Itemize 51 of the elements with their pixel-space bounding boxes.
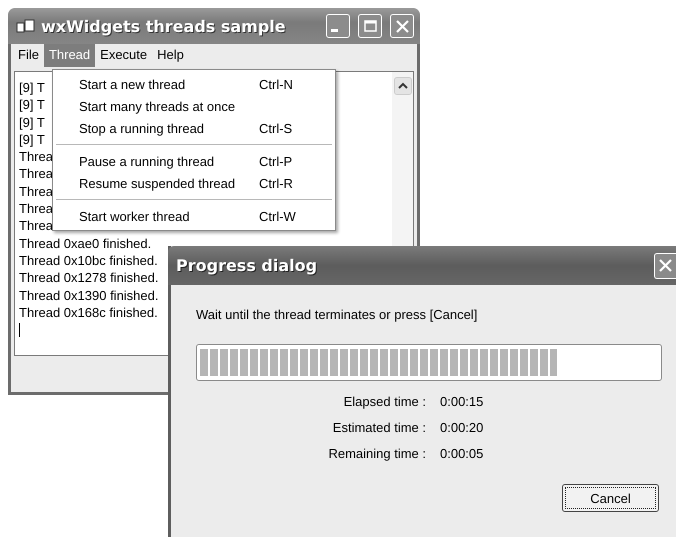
time-value: 0:00:20: [440, 420, 484, 435]
log-line: [9] T: [19, 96, 45, 114]
log-line: Threa: [19, 200, 53, 218]
log-line: Threa: [19, 148, 53, 166]
menu-item[interactable]: Stop a running thread: [79, 120, 259, 136]
menu-item[interactable]: Resume suspended thread: [79, 176, 259, 190]
close-button[interactable]: [390, 14, 414, 38]
dialog-message: Wait until the thread terminates or press [Cancel]: [196, 307, 478, 322]
menu-item[interactable]: Help: [152, 44, 189, 67]
close-button[interactable]: [654, 252, 676, 278]
menu-item[interactable]: Pause a running thread: [79, 154, 259, 168]
minimize-icon: [331, 29, 338, 32]
time-label: Estimated time :: [332, 420, 426, 435]
minimize-button[interactable]: [326, 14, 350, 38]
log-line: [9] T: [19, 114, 45, 131]
log-line: Thread 0x168c finished.: [19, 304, 158, 322]
log-line: Threa: [19, 182, 53, 200]
dialog-title: Progress dialog: [176, 256, 318, 275]
window-title: wxWidgets threads sample: [41, 16, 287, 36]
scroll-up-button[interactable]: [394, 77, 412, 95]
time-value: 0:00:05: [440, 446, 484, 461]
app-icon: [16, 18, 35, 34]
shortcut-label: Ctrl-P: [259, 154, 292, 168]
chevron-up-icon: [398, 82, 408, 90]
text-cursor: [19, 323, 20, 338]
log-line: Threa: [19, 165, 53, 183]
shortcut-label: Ctrl-N: [259, 76, 293, 92]
log-line: [9] T: [19, 79, 45, 96]
log-line: Thread 0x1278 finished.: [19, 269, 158, 287]
time-label: Elapsed time :: [344, 394, 426, 409]
log-line: [9] T: [19, 130, 45, 148]
menu-item[interactable]: Thread: [44, 44, 96, 67]
cancel-button[interactable]: Cancel: [562, 484, 659, 512]
close-icon: [658, 258, 673, 273]
log-line: Thread 0x10bc finished.: [19, 252, 158, 270]
log-line: Thread 0x1390 finished.: [19, 286, 158, 304]
menu-item[interactable]: Start many threads at once: [79, 98, 259, 114]
time-value: 0:00:15: [440, 394, 484, 409]
maximize-icon: [362, 19, 378, 33]
maximize-button[interactable]: [358, 14, 382, 38]
shortcut-label: Ctrl-W: [259, 208, 296, 224]
close-icon: [394, 18, 410, 34]
time-label: Remaining time :: [328, 446, 426, 461]
menu-item[interactable]: Start worker thread: [79, 208, 259, 224]
log-line: Threa: [19, 217, 53, 235]
shortcut-label: Ctrl-S: [259, 120, 292, 136]
menu-item[interactable]: Start a new thread: [79, 76, 259, 92]
menu-item[interactable]: File: [13, 44, 44, 67]
menu-item[interactable]: Execute: [95, 44, 152, 67]
log-line: Thread 0xae0 finished.: [19, 234, 152, 252]
shortcut-label: Ctrl-R: [259, 176, 293, 190]
